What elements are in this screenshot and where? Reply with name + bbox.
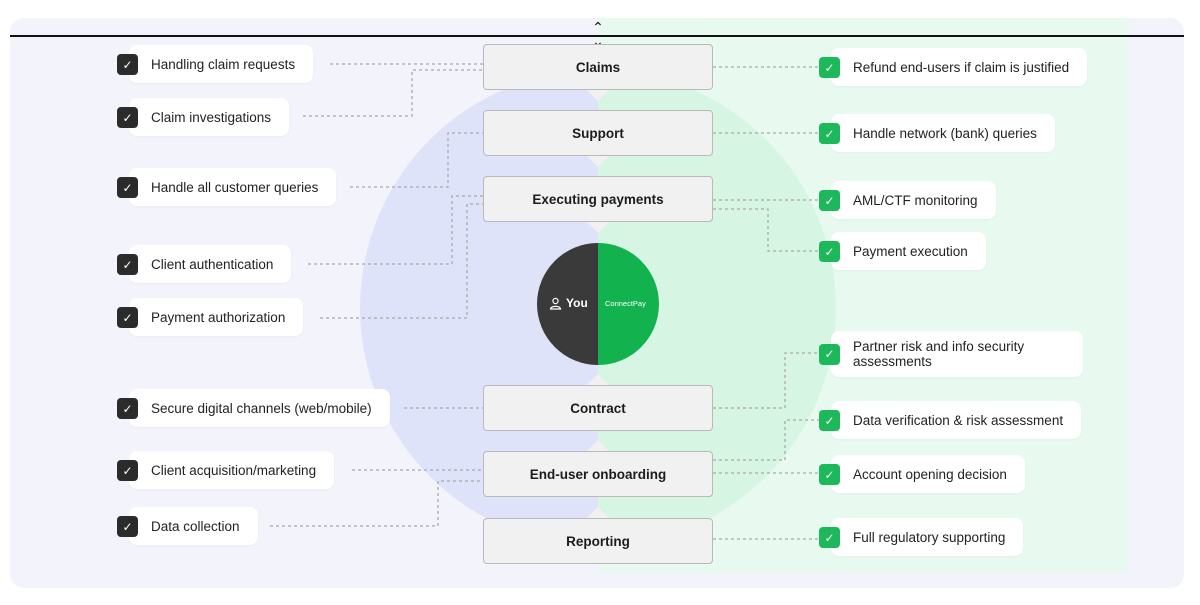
right-item-card: ✓ Payment execution	[819, 232, 986, 270]
check-icon: ✓	[117, 307, 138, 328]
check-icon: ✓	[117, 107, 138, 128]
left-item-label: Payment authorization	[151, 309, 286, 325]
connector-client-auth	[308, 195, 483, 265]
right-item-label: Refund end-users if claim is justified	[853, 59, 1070, 75]
right-item-label: Handle network (bank) queries	[853, 125, 1037, 141]
box-claims: Claims	[483, 44, 713, 90]
box-executing-payments: Executing payments	[483, 176, 713, 222]
check-icon: ✓	[819, 344, 840, 365]
connector-customer-queries	[350, 132, 483, 188]
box-contract: Contract	[483, 385, 713, 431]
right-item-label: Full regulatory supporting	[853, 529, 1006, 545]
you-vs-connectpay-circle: You ConnectPay	[537, 243, 659, 365]
box-pointer	[587, 222, 609, 233]
check-icon: ✓	[819, 464, 840, 485]
box-pointer	[587, 156, 609, 167]
right-item-label: Account opening decision	[853, 466, 1007, 482]
right-item-card: ✓ Data verification & risk assessment	[819, 401, 1082, 439]
box-end-user-onboarding: End-user onboarding	[483, 451, 713, 497]
box-support: Support	[483, 110, 713, 156]
box-pointer	[587, 440, 609, 451]
left-item-card: ✓ Handling claim requests	[117, 45, 314, 83]
right-item-label: AML/CTF monitoring	[853, 192, 978, 208]
box-reporting: Reporting	[483, 518, 713, 564]
connector-payment-exec	[713, 208, 827, 252]
check-icon: ✓	[819, 527, 840, 548]
box-pointer	[587, 374, 609, 385]
check-icon: ✓	[117, 54, 138, 75]
connector-claim-investigations	[303, 69, 483, 117]
right-item-card: ✓ Handle network (bank) queries	[819, 114, 1055, 152]
left-item-card: ✓ Client acquisition/marketing	[117, 451, 335, 489]
check-icon: ✓	[117, 254, 138, 275]
left-item-card: ✓ Handle all customer queries	[117, 168, 337, 206]
check-icon: ✓	[117, 398, 138, 419]
right-item-label: Partner risk and info security assessmen…	[853, 339, 1025, 369]
right-item-card: ✓ AML/CTF monitoring	[819, 181, 996, 219]
right-item-card: ✓ Account opening decision	[819, 455, 1025, 493]
box-pointer	[587, 90, 609, 101]
left-item-label: Handle all customer queries	[151, 179, 319, 195]
left-item-card: ✓ Secure digital channels (web/mobile)	[117, 389, 390, 427]
check-icon: ✓	[819, 123, 840, 144]
check-icon: ✓	[117, 177, 138, 198]
you-label: You	[549, 296, 588, 310]
check-icon: ✓	[117, 516, 138, 537]
check-icon: ✓	[117, 460, 138, 481]
connector-payment-auth	[320, 203, 483, 319]
left-item-label: Handling claim requests	[151, 56, 296, 72]
connector-partner-risk	[713, 352, 827, 409]
right-item-card: ✓ Refund end-users if claim is justified	[819, 48, 1088, 86]
connector-data-verification	[713, 419, 827, 461]
right-item-label: Data verification & risk assessment	[853, 412, 1064, 428]
left-item-card: ✓ Client authentication	[117, 245, 292, 283]
left-item-card: ✓ Claim investigations	[117, 98, 290, 136]
check-icon: ✓	[819, 241, 840, 262]
check-icon: ✓	[819, 57, 840, 78]
check-icon: ✓	[819, 410, 840, 431]
right-item-card: ✓ Partner risk and info security assessm…	[819, 331, 1083, 377]
left-item-label: Client acquisition/marketing	[151, 462, 317, 478]
left-item-label: Data collection	[151, 518, 240, 534]
right-item-label: Payment execution	[853, 243, 968, 259]
right-item-card: ✓ Full regulatory supporting	[819, 518, 1024, 556]
left-item-label: Secure digital channels (web/mobile)	[151, 400, 372, 416]
box-pointer	[587, 507, 609, 518]
connectpay-logo: ConnectPay	[605, 299, 646, 308]
left-item-card: ✓ Payment authorization	[117, 298, 304, 336]
left-item-card: ✓ Data collection	[117, 507, 258, 545]
check-icon: ✓	[819, 190, 840, 211]
left-item-label: Client authentication	[151, 256, 274, 272]
left-item-label: Claim investigations	[151, 109, 272, 125]
user-icon	[549, 297, 562, 310]
